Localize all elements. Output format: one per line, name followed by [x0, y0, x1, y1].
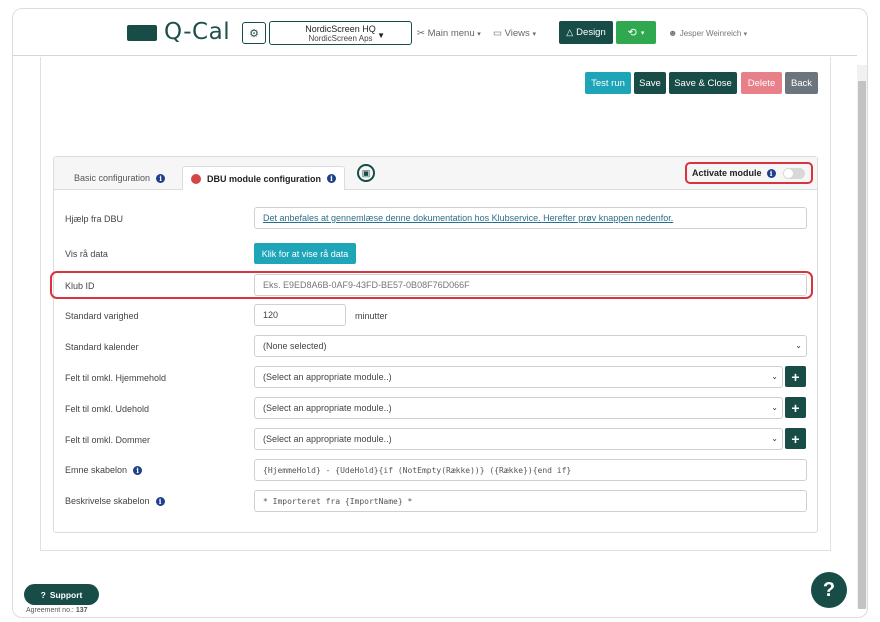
- referee-select[interactable]: (Select an appropriate module..) ⌄: [254, 428, 783, 450]
- info-icon[interactable]: i: [327, 174, 336, 183]
- agreement-prefix: Agreement no.:: [26, 607, 74, 614]
- info-icon[interactable]: i: [155, 496, 165, 506]
- caret-down-icon: ▾: [743, 31, 748, 38]
- settings-button[interactable]: ⚙: [242, 22, 266, 44]
- activate-module-toggle[interactable]: [782, 167, 805, 179]
- calendar-select[interactable]: (None selected) ⌄: [254, 335, 807, 357]
- vertical-scrollbar[interactable]: [857, 65, 867, 609]
- tab-dbu-module-configuration[interactable]: DBU module configuration i: [182, 166, 345, 190]
- activate-module-label: Activate module: [692, 168, 762, 178]
- subject-template-label: Emne skabelon i: [65, 465, 143, 475]
- add-referee-field-button[interactable]: +: [785, 428, 806, 449]
- referee-label: Felt til omkl. Dommer: [65, 435, 151, 445]
- tab-dbu-label: DBU module configuration: [207, 173, 321, 184]
- agreement-number: Agreement no.: 137: [26, 607, 88, 614]
- description-template-input[interactable]: * Importeret fra {ImportName} *: [254, 490, 807, 512]
- main-menu-label: Main menu: [427, 28, 475, 39]
- tools-icon: ✂: [417, 28, 425, 39]
- caret-down-icon: ▼: [377, 31, 385, 40]
- sync-icon: ⟲: [627, 27, 637, 39]
- club-id-input[interactable]: [254, 274, 807, 296]
- caret-down-icon: ▾: [477, 31, 481, 38]
- info-icon[interactable]: i: [133, 465, 143, 475]
- away-team-label: Felt til omkl. Udehold: [65, 404, 150, 414]
- save-button[interactable]: Save: [634, 72, 666, 94]
- duration-label: Standard varighed: [65, 311, 139, 321]
- views-dropdown[interactable]: ▭ Views ▾: [493, 28, 536, 39]
- chevron-down-icon: ⌄: [795, 341, 802, 350]
- help-chat-button[interactable]: ?: [811, 572, 847, 608]
- logo-text: Q-Cal: [164, 19, 231, 45]
- home-team-label: Felt til omkl. Hjemmehold: [65, 373, 167, 383]
- home-team-select-value: (Select an appropriate module..): [263, 372, 392, 382]
- tab-basic-configuration[interactable]: Basic configuration i: [74, 166, 166, 190]
- help-text-box: Det anbefales at gennemlæse denne dokume…: [254, 207, 807, 229]
- top-navbar: Q-Cal ⚙ NordicScreen HQ NordicScreen Aps…: [13, 9, 857, 56]
- book-icon: ▣: [361, 167, 371, 178]
- add-away-team-field-button[interactable]: +: [785, 397, 806, 418]
- chevron-down-icon: ⌄: [771, 372, 778, 381]
- description-template-label: Beskrivelse skabelon i: [65, 496, 165, 506]
- dbu-logo-icon: [191, 173, 201, 184]
- save-close-button[interactable]: Save & Close: [669, 72, 737, 94]
- scrollbar-thumb[interactable]: [858, 81, 866, 609]
- show-raw-data-button[interactable]: Klik for at vise rå data: [254, 243, 356, 264]
- cogs-icon: ⚙: [249, 27, 259, 40]
- delete-button[interactable]: Delete: [741, 72, 782, 94]
- organization-select[interactable]: NordicScreen HQ NordicScreen Aps ▼: [269, 21, 412, 45]
- logo-mark: [127, 25, 157, 41]
- referee-select-value: (Select an appropriate module..): [263, 434, 392, 444]
- design-label: Design: [576, 27, 606, 38]
- caret-down-icon: ▾: [640, 29, 645, 37]
- subject-template-text: Emne skabelon: [65, 465, 128, 475]
- agreement-value: 137: [75, 607, 88, 614]
- away-team-select[interactable]: (Select an appropriate module..) ⌄: [254, 397, 783, 419]
- raw-data-label: Vis rå data: [65, 249, 108, 259]
- calendar-select-value: (None selected): [263, 341, 327, 351]
- panel-tabs-header: Basic configuration i DBU module configu…: [54, 157, 817, 190]
- chevron-down-icon: ⌄: [771, 434, 778, 443]
- duration-unit: minutter: [355, 311, 388, 321]
- activate-module-group: Activate module i: [685, 162, 813, 184]
- users-icon: ☻: [668, 28, 678, 38]
- drafting-icon: △: [566, 27, 574, 37]
- chevron-down-icon: ⌄: [771, 403, 778, 412]
- test-run-button[interactable]: Test run: [585, 72, 631, 94]
- main-menu-dropdown[interactable]: ✂ Main menu ▾: [417, 28, 481, 39]
- help-label: Hjælp fra DBU: [65, 214, 124, 224]
- duration-input[interactable]: 120: [254, 304, 346, 326]
- documentation-book-button[interactable]: ▣: [357, 164, 375, 182]
- monitor-icon: ▭: [493, 28, 502, 39]
- support-label: Support: [49, 589, 83, 600]
- club-id-label: Klub ID: [65, 281, 95, 291]
- user-name: Jesper Weinreich: [679, 29, 742, 38]
- question-circle-icon: ?: [40, 589, 46, 600]
- help-link[interactable]: Det anbefales at gennemlæse denne dokume…: [263, 213, 673, 223]
- home-team-select[interactable]: (Select an appropriate module..) ⌄: [254, 366, 783, 388]
- design-button[interactable]: △ Design: [559, 21, 613, 44]
- calendar-label: Standard kalender: [65, 342, 139, 352]
- views-label: Views: [504, 28, 530, 39]
- org-name: NordicScreen HQ: [305, 24, 376, 34]
- info-icon[interactable]: i: [766, 168, 776, 178]
- org-subname: NordicScreen Aps: [308, 34, 373, 43]
- add-home-team-field-button[interactable]: +: [785, 366, 806, 387]
- subject-template-input[interactable]: {HjemmeHold} - {UdeHold}{if (NotEmpty(Ræ…: [254, 459, 807, 481]
- away-team-select-value: (Select an appropriate module..): [263, 403, 392, 413]
- description-template-text: Beskrivelse skabelon: [65, 496, 150, 506]
- info-icon[interactable]: i: [156, 173, 166, 183]
- sync-dropdown-button[interactable]: ⟲ ▾: [616, 21, 656, 44]
- support-button[interactable]: ? Support: [24, 584, 99, 605]
- app-window: Q-Cal ⚙ NordicScreen HQ NordicScreen Aps…: [12, 8, 868, 618]
- user-menu[interactable]: ☻ Jesper Weinreich ▾: [668, 28, 747, 38]
- tab-basic-label: Basic configuration: [74, 173, 151, 183]
- back-button[interactable]: Back: [785, 72, 818, 94]
- caret-down-icon: ▾: [532, 31, 536, 38]
